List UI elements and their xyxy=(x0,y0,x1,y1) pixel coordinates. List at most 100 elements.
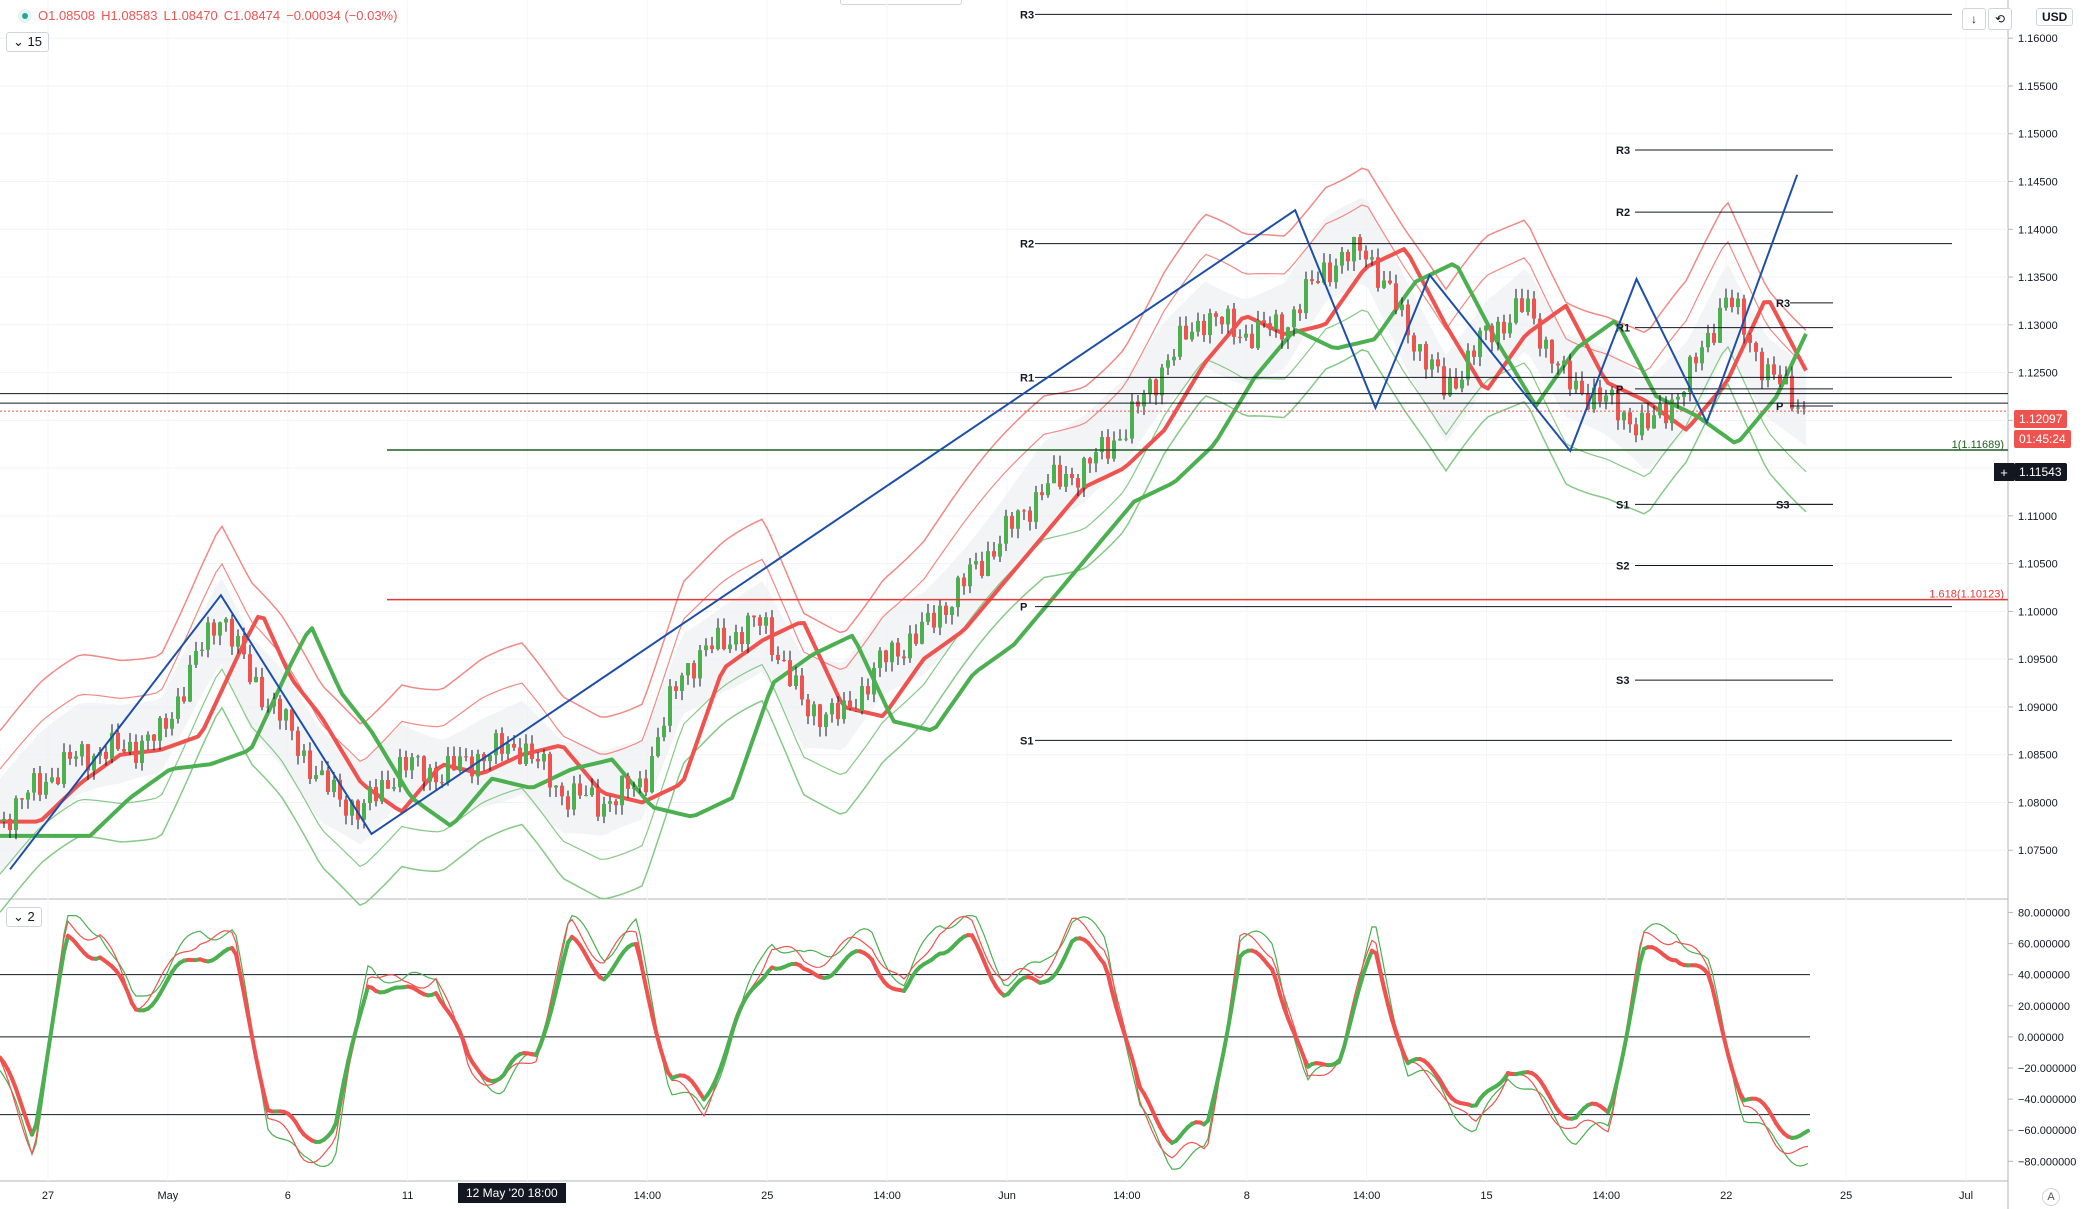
candle-body xyxy=(1778,374,1782,385)
price-axis-label: 1.09500 xyxy=(2018,654,2058,666)
candle-body xyxy=(866,686,870,695)
candle-body xyxy=(692,663,696,679)
candle-body xyxy=(968,564,972,587)
candle-body xyxy=(422,756,426,782)
candle-body xyxy=(224,618,228,623)
candle-body xyxy=(650,756,654,793)
reset-chart-button[interactable]: ⟲ xyxy=(1988,8,2012,30)
candle-body xyxy=(1202,320,1206,336)
candle-body xyxy=(458,756,462,771)
candle-body xyxy=(1514,298,1518,323)
candle-body xyxy=(1628,412,1632,425)
chart-canvas[interactable]: 1.16000 1.15500 1.15000 1.14500 1.14000 1.135… xyxy=(0,0,2088,1209)
candle-body xyxy=(548,753,552,788)
candle-body xyxy=(140,740,144,763)
time-axis-label: 14:00 xyxy=(1113,1190,1141,1202)
candle-body xyxy=(1280,314,1284,340)
candle-body xyxy=(1370,257,1374,260)
candle-body xyxy=(1550,339,1554,364)
candle-body xyxy=(194,650,198,665)
candle-body xyxy=(566,796,570,810)
candle-body xyxy=(830,703,834,715)
osc-main-segment xyxy=(654,1029,662,1049)
candle-body xyxy=(446,756,450,783)
candle-body xyxy=(1490,325,1494,343)
add-alert-button[interactable]: + xyxy=(1994,463,2014,481)
candle-body xyxy=(788,660,792,687)
candle-body xyxy=(1610,389,1614,396)
candle-body xyxy=(380,780,384,802)
oscillator-pane-collapse-button[interactable]: ⌄ 2 xyxy=(6,907,42,927)
pivot-label: P xyxy=(1020,602,1027,614)
osc-main-segment xyxy=(38,1075,46,1105)
price-axis-label: 1.10000 xyxy=(2018,606,2058,618)
candle-body xyxy=(8,818,12,831)
candle-body xyxy=(1148,379,1152,395)
pivot-label-right: S2 xyxy=(1616,561,1629,573)
price-axis-label: 1.15500 xyxy=(2018,81,2058,93)
time-axis-label: 11 xyxy=(402,1190,413,1202)
candle-body xyxy=(1088,458,1092,464)
candle-body xyxy=(1106,437,1110,459)
candle-body xyxy=(38,773,42,795)
candle-body xyxy=(644,778,648,793)
time-axis-label: 14:00 xyxy=(873,1190,901,1202)
candle-body xyxy=(1574,380,1578,390)
candle-body xyxy=(1010,515,1014,529)
osc-main-segment xyxy=(1626,1004,1634,1031)
candle-body xyxy=(722,627,726,650)
candle-body xyxy=(992,551,996,557)
refresh-icon: ⟲ xyxy=(1994,12,2006,26)
candle-body xyxy=(710,645,714,650)
candle-body xyxy=(812,704,816,717)
candle-body xyxy=(662,725,666,738)
candle-body xyxy=(1466,350,1470,380)
osc-axis-label: 60.000000 xyxy=(2018,939,2070,951)
candle-body xyxy=(782,659,786,661)
symbol-status-icon[interactable] xyxy=(18,8,32,23)
candle-body xyxy=(1334,265,1338,283)
price-axis-label: 1.08500 xyxy=(2018,750,2058,762)
candle-body xyxy=(902,656,906,659)
time-axis-label: 27 xyxy=(42,1190,54,1202)
candle-body xyxy=(530,743,534,759)
candle-body xyxy=(950,607,954,615)
candle-body xyxy=(1730,297,1734,308)
candle-body xyxy=(1736,298,1740,308)
candle-body xyxy=(1538,318,1542,349)
osc-main-segment xyxy=(54,973,62,1002)
candle-body xyxy=(1424,344,1428,370)
candle-body xyxy=(1154,379,1158,396)
osc-main-segment xyxy=(1618,1047,1626,1071)
candle-body xyxy=(632,787,636,789)
osc-main-segment xyxy=(46,1023,54,1055)
candle-body xyxy=(1262,320,1266,324)
currency-label[interactable]: USD xyxy=(2036,8,2074,26)
candle-body xyxy=(1310,279,1314,282)
candle-body xyxy=(1580,380,1584,394)
candle-body xyxy=(410,757,414,771)
osc-main-segment xyxy=(1730,1066,1738,1084)
candle-body xyxy=(1286,327,1290,340)
candle-body xyxy=(524,743,528,764)
osc-main-segment xyxy=(658,1044,666,1063)
scroll-down-button[interactable]: ↓ xyxy=(1962,8,1986,30)
osc-main-segment xyxy=(1726,1052,1734,1071)
candle-body xyxy=(188,664,192,702)
main-pane-collapse-button[interactable]: ⌄ 15 xyxy=(6,32,49,52)
candle-body xyxy=(668,686,672,726)
time-axis-label: Jul xyxy=(1959,1190,1973,1202)
interval-label: 15 xyxy=(27,34,42,49)
candle-body xyxy=(1796,407,1800,409)
candle-body xyxy=(518,747,522,764)
candle-body xyxy=(1028,510,1032,522)
candle-body xyxy=(1238,336,1242,338)
candle-body xyxy=(1652,415,1656,429)
candle-body xyxy=(74,756,78,759)
candle-body xyxy=(242,635,246,655)
candle-body xyxy=(464,756,468,758)
candle-body xyxy=(1190,331,1194,340)
candle-body xyxy=(392,787,396,789)
auto-scale-button[interactable]: A xyxy=(2042,1188,2060,1206)
candle-body xyxy=(26,792,30,800)
